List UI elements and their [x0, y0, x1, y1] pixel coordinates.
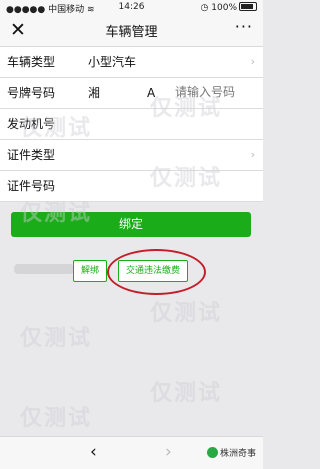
watermark: 仅测试: [150, 381, 223, 406]
vehicle-type-row[interactable]: 车辆类型 小型汽车 ›: [0, 47, 263, 78]
battery-indicator: ◷ 100%: [201, 2, 257, 13]
highlight-oval: [107, 249, 206, 295]
plate-row: 号牌号码 湘 A: [0, 78, 263, 109]
engine-row[interactable]: 发动机号: [0, 109, 263, 140]
plate-label: 号牌号码: [7, 86, 56, 100]
page-title: 车辆管理: [105, 25, 158, 40]
cert-number-label: 证件号码: [7, 179, 56, 193]
battery-icon: [239, 2, 257, 11]
brand-logo: 株洲奇事: [206, 446, 256, 459]
back-icon[interactable]: ‹: [90, 442, 97, 462]
cert-number-row[interactable]: 证件号码: [0, 171, 263, 202]
chevron-right-icon: ›: [250, 148, 255, 161]
blurred-text: [14, 264, 74, 274]
wechat-icon: [206, 447, 218, 458]
cert-type-row[interactable]: 证件类型 ›: [0, 140, 263, 171]
plate-number-input[interactable]: [175, 78, 255, 106]
vehicle-form: 车辆类型 小型汽车 › 号牌号码 湘 A 发动机号 证件类型 › 证件号码: [0, 47, 263, 202]
watermark: 仅测试: [150, 301, 223, 326]
watermark: 仅测试: [20, 406, 93, 431]
bind-button[interactable]: 绑定: [11, 212, 251, 237]
bottom-bar: ‹ › 株洲奇事: [0, 436, 263, 469]
forward-icon[interactable]: ›: [165, 442, 172, 462]
nav-bar: ✕ 车辆管理 ···: [0, 15, 263, 47]
status-bar: ●●●●● 中国移动 ≋ 14:26 ◷ 100%: [0, 0, 263, 15]
watermark: 仅测试: [20, 326, 93, 351]
unbind-button[interactable]: 解绑: [73, 260, 108, 282]
more-icon[interactable]: ···: [235, 17, 253, 36]
plate-province-select[interactable]: 湘: [88, 78, 100, 108]
plate-letter-select[interactable]: A: [147, 78, 155, 108]
alarm-icon: ◷: [200, 3, 209, 13]
chevron-right-icon: ›: [250, 55, 255, 68]
engine-label: 发动机号: [7, 117, 56, 131]
vehicle-type-value: 小型汽车: [88, 55, 137, 69]
vehicle-type-label: 车辆类型: [7, 55, 56, 69]
cert-type-label: 证件类型: [7, 148, 56, 162]
